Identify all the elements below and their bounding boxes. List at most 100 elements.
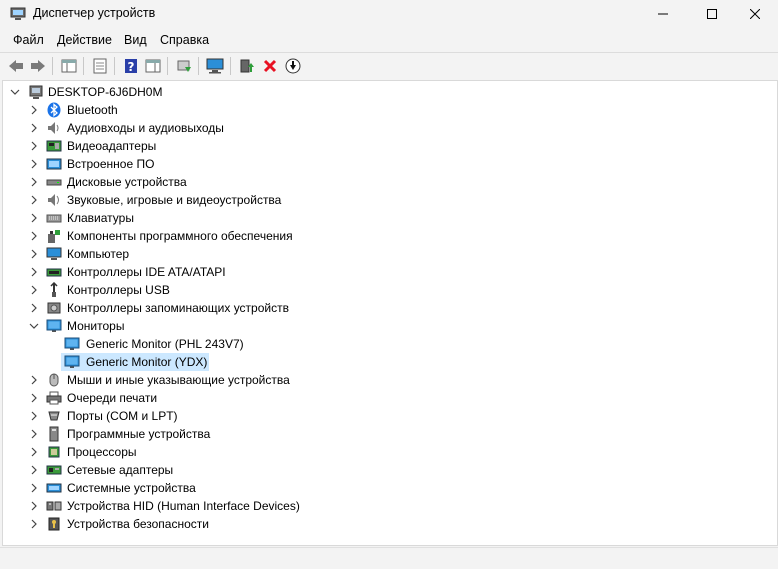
- software-device-icon: [49, 426, 59, 442]
- tree-category-label: Устройства HID (Human Interface Devices): [67, 499, 300, 513]
- tree-category[interactable]: Процессоры: [3, 443, 777, 461]
- tree-category[interactable]: Аудиовходы и аудиовыходы: [3, 119, 777, 137]
- minimize-button[interactable]: [640, 0, 686, 28]
- menu-file[interactable]: Файл: [13, 33, 44, 47]
- forward-arrow-icon: [31, 60, 45, 72]
- show-hide-console-tree-button[interactable]: [59, 56, 79, 76]
- chevron-right-icon[interactable]: [28, 410, 40, 422]
- chevron-right-icon[interactable]: [28, 464, 40, 476]
- tree-device[interactable]: Generic Monitor (YDX): [3, 353, 777, 371]
- tree-root-computer[interactable]: DESKTOP-6J6DH0M: [3, 83, 777, 101]
- uninstall-device-button[interactable]: [260, 56, 280, 76]
- chevron-right-icon[interactable]: [28, 248, 40, 260]
- update-driver-button[interactable]: [237, 56, 257, 76]
- tree-category-label: Программные устройства: [67, 427, 211, 441]
- chevron-right-icon[interactable]: [28, 230, 40, 242]
- tree-category[interactable]: Устройства HID (Human Interface Devices): [3, 497, 777, 515]
- tree-category[interactable]: Клавиатуры: [3, 209, 777, 227]
- tree-category[interactable]: Встроенное ПО: [3, 155, 777, 173]
- forward-button[interactable]: [28, 56, 48, 76]
- tree-category[interactable]: Системные устройства: [3, 479, 777, 497]
- disk-drive-icon: [46, 179, 62, 186]
- monitor-icon: [64, 355, 80, 368]
- menu-bar: Файл Действие Вид Справка: [0, 30, 778, 50]
- chevron-right-icon[interactable]: [28, 284, 40, 296]
- maximize-icon: [707, 9, 717, 19]
- tree-category[interactable]: Сетевые адаптеры: [3, 461, 777, 479]
- chevron-right-icon[interactable]: [28, 500, 40, 512]
- firmware-icon: [46, 158, 62, 170]
- tree-category-label: Мыши и иные указывающие устройства: [67, 373, 290, 387]
- chevron-right-icon[interactable]: [28, 374, 40, 386]
- tree-category-label: Звуковые, игровые и видеоустройства: [67, 193, 282, 207]
- root-computer-icon: [29, 85, 43, 99]
- device-tree[interactable]: DESKTOP-6J6DH0M Bluetooth Аудиовходы и ауд…: [2, 80, 778, 546]
- chevron-right-icon[interactable]: [28, 482, 40, 494]
- chevron-right-icon[interactable]: [28, 266, 40, 278]
- tree-category-label: Устройства безопасности: [67, 517, 209, 531]
- tree-device-label: Generic Monitor (YDX): [86, 355, 208, 369]
- menu-action[interactable]: Действие: [57, 33, 112, 47]
- menu-view[interactable]: Вид: [124, 33, 147, 47]
- tree-category[interactable]: Дисковые устройства: [3, 173, 777, 191]
- maximize-button[interactable]: [689, 0, 735, 28]
- tree-category[interactable]: Видеоадаптеры: [3, 137, 777, 155]
- tree-category[interactable]: Очереди печати: [3, 389, 777, 407]
- properties-button[interactable]: [90, 56, 110, 76]
- chevron-down-icon[interactable]: [28, 320, 40, 332]
- chevron-right-icon[interactable]: [28, 122, 40, 134]
- chevron-right-icon[interactable]: [28, 302, 40, 314]
- console-tree-icon: [61, 59, 77, 73]
- chevron-right-icon[interactable]: [28, 158, 40, 170]
- menu-help[interactable]: Справка: [160, 33, 209, 47]
- chevron-right-icon[interactable]: [28, 140, 40, 152]
- chevron-right-icon[interactable]: [28, 446, 40, 458]
- monitor-icon: [64, 337, 80, 350]
- tree-category-label: Компьютер: [67, 247, 130, 261]
- minimize-icon: [658, 13, 668, 15]
- tree-category-label: Аудиовходы и аудиовыходы: [67, 121, 224, 135]
- tree-category[interactable]: Порты (COM и LPT): [3, 407, 777, 425]
- tree-category-label: Порты (COM и LPT): [67, 409, 178, 423]
- tree-category[interactable]: Программные устройства: [3, 425, 777, 443]
- scan-hardware-icon: [177, 60, 191, 72]
- chevron-right-icon[interactable]: [28, 428, 40, 440]
- tree-category[interactable]: Устройства безопасности: [3, 515, 777, 533]
- back-button[interactable]: [6, 56, 26, 76]
- chevron-down-icon[interactable]: [9, 86, 21, 98]
- disable-device-button[interactable]: [283, 56, 303, 76]
- tree-category-label: Контроллеры запоминающих устройств: [67, 301, 289, 315]
- device-manager-app-icon: [10, 7, 26, 20]
- mouse-icon: [49, 373, 59, 387]
- processor-icon: [48, 446, 60, 458]
- toolbar: ?: [0, 52, 778, 79]
- tree-category[interactable]: Компоненты программного обеспечения: [3, 227, 777, 245]
- tree-category[interactable]: Контроллеры IDE ATA/ATAPI: [3, 263, 777, 281]
- speaker-icon: [48, 122, 59, 134]
- chevron-right-icon[interactable]: [28, 518, 40, 530]
- back-arrow-icon: [9, 60, 23, 72]
- tree-device[interactable]: Generic Monitor (PHL 243V7): [3, 335, 777, 353]
- tree-category[interactable]: Мыши и иные указывающие устройства: [3, 371, 777, 389]
- help-button[interactable]: ?: [121, 56, 141, 76]
- tree-category[interactable]: Мониторы: [3, 317, 777, 335]
- action-pane-button[interactable]: [143, 56, 163, 76]
- hid-icon: [46, 501, 62, 511]
- tree-category[interactable]: Компьютер: [3, 245, 777, 263]
- tree-category[interactable]: Звуковые, игровые и видеоустройства: [3, 191, 777, 209]
- scan-changes-button[interactable]: [205, 56, 225, 76]
- monitor-scan-icon: [206, 58, 224, 74]
- close-button[interactable]: [732, 0, 778, 28]
- tree-category[interactable]: Bluetooth: [3, 101, 777, 119]
- tree-category-label: Дисковые устройства: [67, 175, 187, 189]
- chevron-right-icon[interactable]: [28, 176, 40, 188]
- chevron-right-icon[interactable]: [28, 392, 40, 404]
- scan-hardware-button[interactable]: [174, 56, 194, 76]
- chevron-right-icon[interactable]: [28, 212, 40, 224]
- tree-category[interactable]: Контроллеры USB: [3, 281, 777, 299]
- delete-x-icon: [263, 59, 277, 73]
- tree-category[interactable]: Контроллеры запоминающих устройств: [3, 299, 777, 317]
- display-adapter-icon: [46, 140, 62, 152]
- chevron-right-icon[interactable]: [28, 104, 40, 116]
- chevron-right-icon[interactable]: [28, 194, 40, 206]
